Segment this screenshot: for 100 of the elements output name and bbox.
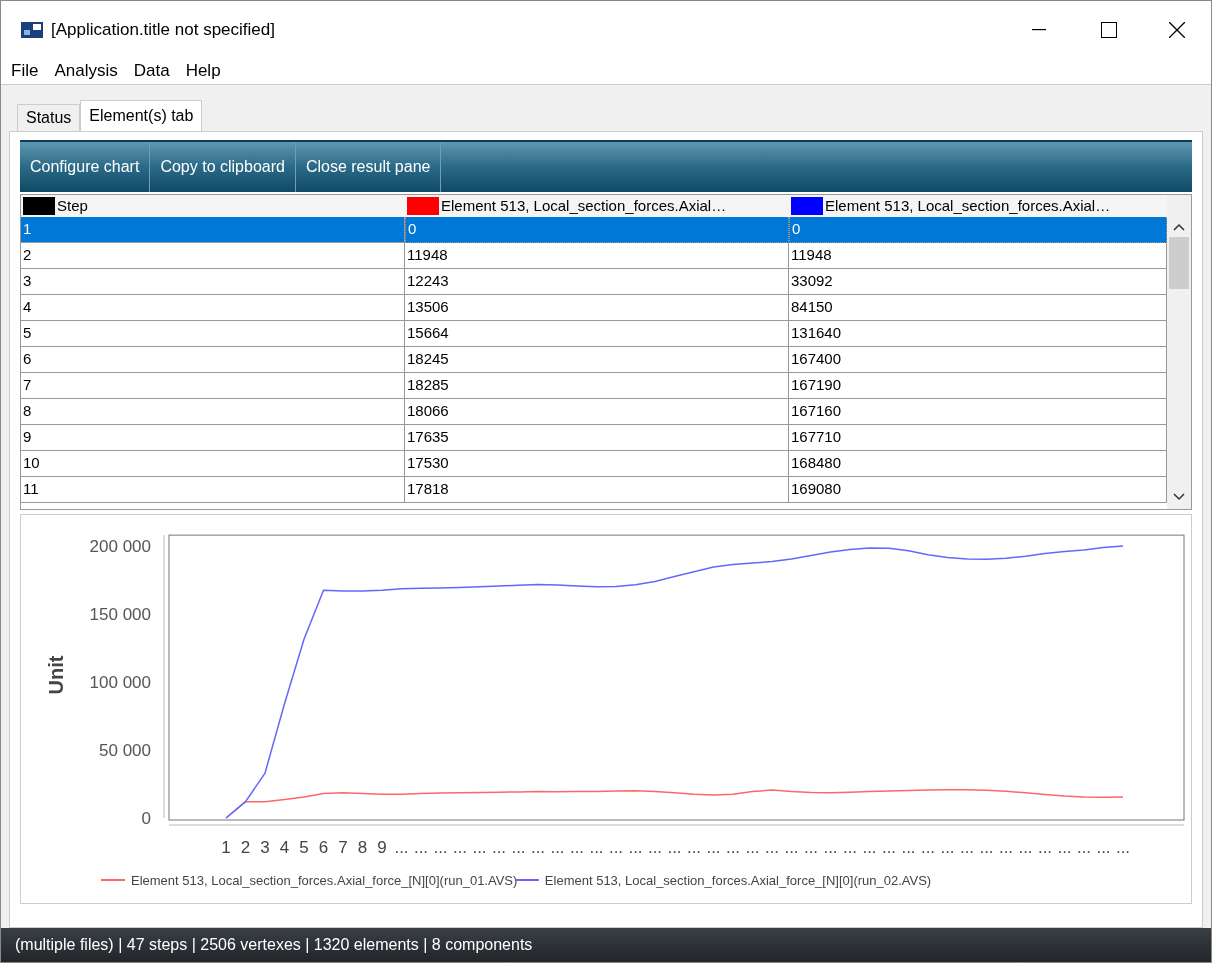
- y-tick-label: 200 000: [89, 536, 151, 556]
- column-header[interactable]: Element 513, Local_section_forces.Axial…: [825, 194, 1111, 217]
- menu-item[interactable]: Analysis: [54, 58, 118, 84]
- toolbar-button[interactable]: Copy to clipboard: [150, 141, 296, 192]
- x-tick-label: ...: [550, 837, 565, 857]
- x-tick-label: ...: [823, 837, 838, 857]
- table-cell: 17818: [405, 476, 789, 503]
- y-tick-label: 0: [141, 808, 151, 828]
- x-tick-label: ...: [706, 837, 721, 857]
- table-cell: 167400: [789, 346, 1167, 373]
- x-tick-label: ...: [979, 837, 994, 857]
- table-row[interactable]: 5 15664 131640: [21, 320, 1167, 347]
- x-tick-label: 9: [377, 837, 387, 857]
- table-cell: 11948: [405, 242, 789, 269]
- x-tick-label: ...: [998, 837, 1014, 857]
- table-cell: 12243: [405, 268, 789, 295]
- table-row[interactable]: 2 11948 11948: [21, 242, 1167, 269]
- table-row[interactable]: 6 18245 167400: [21, 346, 1167, 373]
- table-cell: 11948: [789, 242, 1167, 269]
- menu-item[interactable]: File: [11, 58, 39, 84]
- x-tick-label: ...: [842, 837, 858, 857]
- x-tick-label: 3: [260, 837, 270, 857]
- table-row[interactable]: 4 13506 84150: [21, 294, 1167, 321]
- table-row[interactable]: 8 18066 167160: [21, 398, 1167, 425]
- x-tick-label: ...: [491, 837, 507, 857]
- table-cell: 1: [21, 216, 405, 243]
- x-tick-label: ...: [745, 837, 760, 857]
- table-cell: 8: [21, 398, 405, 425]
- table-cell: 168480: [789, 450, 1167, 477]
- table-row[interactable]: 1 0 0: [21, 216, 1167, 243]
- table-cell: 0: [405, 216, 789, 243]
- x-tick-label: ...: [628, 837, 643, 857]
- table-cell: 18285: [405, 372, 789, 399]
- x-tick-label: ...: [433, 837, 448, 857]
- table-cell: 17530: [405, 450, 789, 477]
- scroll-up-icon[interactable]: [1173, 222, 1185, 231]
- table-cell: 167160: [789, 398, 1167, 425]
- x-tick-label: ...: [1076, 837, 1092, 857]
- column-header[interactable]: Element 513, Local_section_forces.Axial…: [441, 194, 727, 217]
- x-tick-label: ...: [862, 837, 877, 857]
- table-cell: 5: [21, 320, 405, 347]
- x-tick-label: ...: [569, 837, 585, 857]
- status-text: (multiple files) | 47 steps | 2506 vertexes | 1320 elements | 8 components: [15, 934, 533, 955]
- x-tick-label: ...: [1115, 837, 1131, 857]
- table-cell: 11: [21, 476, 405, 503]
- x-tick-label: ...: [725, 837, 741, 857]
- x-tick-label: ...: [394, 837, 409, 857]
- scrollbar-thumb[interactable]: [1169, 236, 1189, 289]
- y-tick-label: 100 000: [89, 672, 151, 692]
- x-tick-label: 6: [318, 837, 329, 857]
- x-tick-label: ...: [647, 837, 663, 857]
- x-tick-label: ...: [1037, 837, 1053, 857]
- menu-item[interactable]: Data: [133, 58, 170, 84]
- x-tick-label: 5: [299, 837, 309, 857]
- table-row[interactable]: 3 12243 33092: [21, 268, 1167, 295]
- maximize-icon[interactable]: [1101, 21, 1117, 38]
- close-icon[interactable]: [1169, 21, 1185, 38]
- x-tick-label: 1: [221, 837, 231, 857]
- table-cell: 3: [21, 268, 405, 295]
- x-tick-label: ...: [764, 837, 780, 857]
- tab[interactable]: Element(s) tab: [80, 99, 203, 132]
- table-cell: 167190: [789, 372, 1167, 399]
- table-row[interactable]: 7 18285 167190: [21, 372, 1167, 399]
- toolbar-button[interactable]: Close result pane: [295, 141, 442, 192]
- table-cell: 84150: [789, 294, 1167, 321]
- x-tick-label: ...: [940, 837, 955, 857]
- table-row[interactable]: 10 17530 168480: [21, 450, 1167, 477]
- table-cell: 169080: [789, 476, 1167, 503]
- tab[interactable]: Status: [17, 103, 81, 131]
- x-tick-label: ...: [803, 837, 819, 857]
- x-tick-label: ...: [589, 837, 604, 857]
- window-title: [Application.title not specified]: [51, 18, 275, 41]
- minimize-icon[interactable]: [1032, 28, 1046, 31]
- x-tick-label: ...: [901, 837, 916, 857]
- x-tick-label: ...: [959, 837, 975, 857]
- scroll-down-icon[interactable]: [1173, 492, 1185, 501]
- x-tick-label: ...: [530, 837, 546, 857]
- table-row[interactable]: 11 17818 169080: [21, 476, 1167, 503]
- x-tick-label: ...: [413, 837, 429, 857]
- table-cell: 131640: [789, 320, 1167, 347]
- legend-label: Element 513, Local_section_forces.Axial_force_[N][0](run_01.AVS): [131, 872, 518, 888]
- x-tick-label: ...: [608, 837, 624, 857]
- x-tick-label: ...: [784, 837, 799, 857]
- table-row[interactable]: 9 17635 167710: [21, 424, 1167, 451]
- column-header[interactable]: Step: [57, 194, 88, 217]
- table-cell: 167710: [789, 424, 1167, 451]
- table-cell: 4: [21, 294, 405, 321]
- x-tick-label: ...: [1018, 837, 1033, 857]
- x-tick-label: ...: [472, 837, 487, 857]
- y-axis-title: Unit: [45, 655, 67, 695]
- toolbar-button[interactable]: Configure chart: [20, 141, 151, 192]
- table-cell: 17635: [405, 424, 789, 451]
- x-tick-label: 2: [240, 837, 251, 857]
- x-tick-label: 8: [357, 837, 368, 857]
- table-cell: 18245: [405, 346, 789, 373]
- x-tick-label: ...: [452, 837, 468, 857]
- menu-item[interactable]: Help: [185, 58, 221, 84]
- scrollbar[interactable]: [1167, 194, 1191, 509]
- x-tick-label: ...: [1057, 837, 1072, 857]
- x-tick-label: ...: [511, 837, 526, 857]
